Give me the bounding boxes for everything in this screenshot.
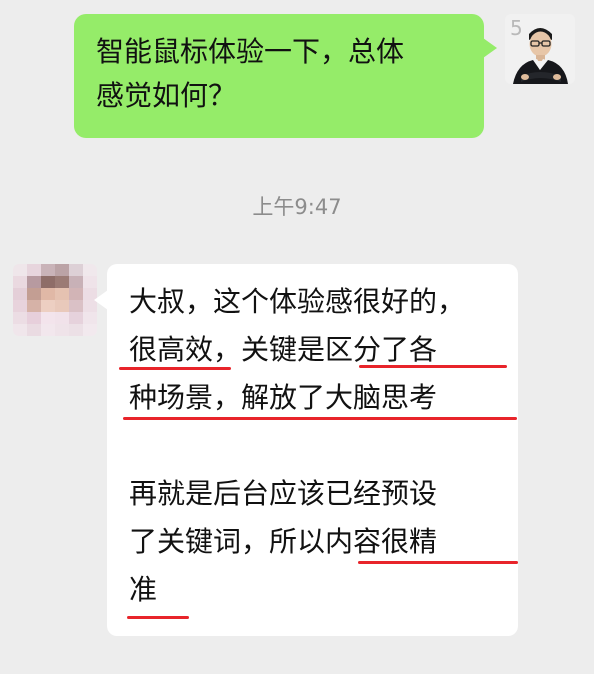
avatar-badge: 5 — [510, 16, 523, 40]
user-avatar[interactable]: 5 — [505, 14, 575, 84]
message-line: 智能鼠标体验一下，总体 — [96, 35, 405, 68]
red-underline-annotation — [119, 367, 231, 370]
message-line: 种场景，解放了大脑思考 — [129, 381, 438, 414]
red-underline-annotation — [123, 417, 517, 420]
chat-window: 智能鼠标体验一下，总体 感觉如何？ 5 上午9:47 大叔，这个体验感很好的， … — [0, 0, 594, 674]
message-line: 了关键词，所以内容很精 — [129, 525, 438, 558]
message-line: 准 — [129, 573, 158, 606]
message-timestamp: 上午9:47 — [252, 195, 342, 219]
red-underline-annotation — [359, 365, 507, 368]
outgoing-message-bubble[interactable]: 智能鼠标体验一下，总体 感觉如何？ — [74, 14, 497, 138]
message-line: 大叔，这个体验感很好的， — [129, 285, 466, 318]
message-line: 感觉如何？ — [96, 79, 237, 112]
incoming-message-bubble[interactable]: 大叔，这个体验感很好的， 很高效，关键是区分了各 种场景，解放了大脑思考 再就是… — [94, 264, 518, 636]
red-underline-annotation — [127, 616, 189, 619]
contact-avatar[interactable] — [13, 264, 97, 336]
message-line: 再就是后台应该已经预设 — [129, 477, 438, 510]
red-underline-annotation — [358, 561, 518, 564]
